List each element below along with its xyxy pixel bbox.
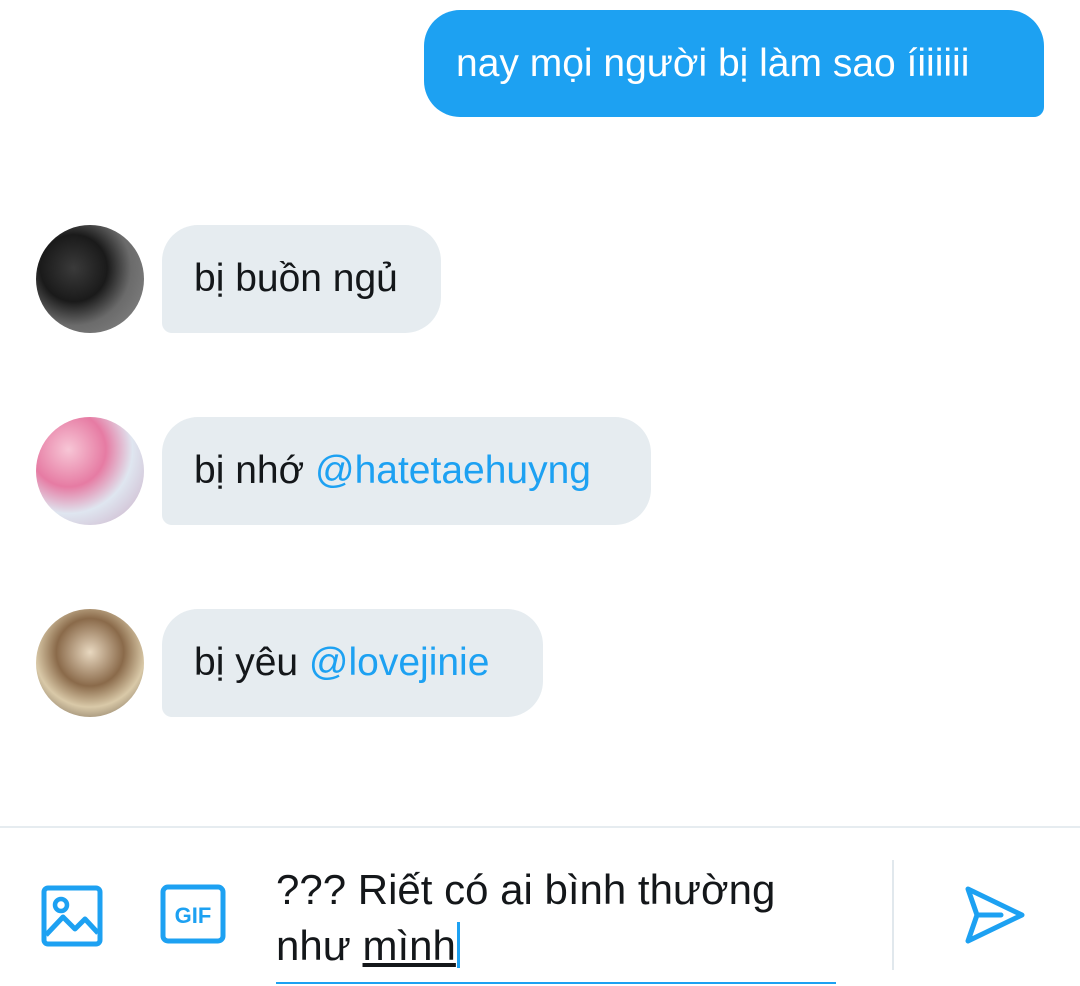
mention-link[interactable]: @lovejinie bbox=[309, 641, 490, 684]
message-composer: GIF ??? Riết có ai bình thường như mình bbox=[0, 826, 1080, 986]
send-button[interactable] bbox=[960, 880, 1030, 950]
mention-link[interactable]: @hatetaehuyng bbox=[315, 449, 591, 492]
message-text: bị yêu bbox=[194, 641, 309, 684]
incoming-message[interactable]: bị nhớ @hatetaehuyng bbox=[162, 417, 651, 525]
incoming-message-row: bị yêu @lovejinie bbox=[36, 609, 556, 717]
incoming-message-row: bị buồn ngủ bbox=[36, 225, 456, 333]
outgoing-message[interactable]: nay mọi người bị làm sao íiiiiii bbox=[424, 10, 1044, 117]
incoming-message[interactable]: bị buồn ngủ bbox=[162, 225, 441, 333]
draft-text: ??? Riết có ai bình thường như mình bbox=[276, 858, 836, 974]
image-icon bbox=[41, 885, 103, 947]
gif-label: GIF bbox=[175, 903, 212, 928]
message-text: bị buồn ngủ bbox=[194, 257, 398, 300]
send-icon bbox=[965, 886, 1025, 944]
text-caret bbox=[456, 922, 460, 968]
message-text: bị nhớ bbox=[194, 449, 315, 492]
gif-icon: GIF bbox=[160, 884, 226, 944]
avatar[interactable] bbox=[36, 225, 144, 333]
draft-line-2-prefix: như bbox=[276, 922, 363, 969]
incoming-message-row: bị nhớ @hatetaehuyng bbox=[36, 417, 656, 525]
draft-composing-word: mình bbox=[362, 922, 456, 969]
conversation-view: nay mọi người bị làm sao íiiiiii bị buồn… bbox=[0, 0, 1080, 826]
draft-line-1: ??? Riết có ai bình thường bbox=[276, 866, 776, 913]
avatar[interactable] bbox=[36, 609, 144, 717]
add-media-button[interactable] bbox=[40, 884, 104, 948]
incoming-message[interactable]: bị yêu @lovejinie bbox=[162, 609, 543, 717]
avatar[interactable] bbox=[36, 417, 144, 525]
message-input[interactable]: ??? Riết có ai bình thường như mình bbox=[276, 858, 836, 984]
composer-divider bbox=[892, 860, 894, 970]
add-gif-button[interactable]: GIF bbox=[160, 884, 226, 944]
